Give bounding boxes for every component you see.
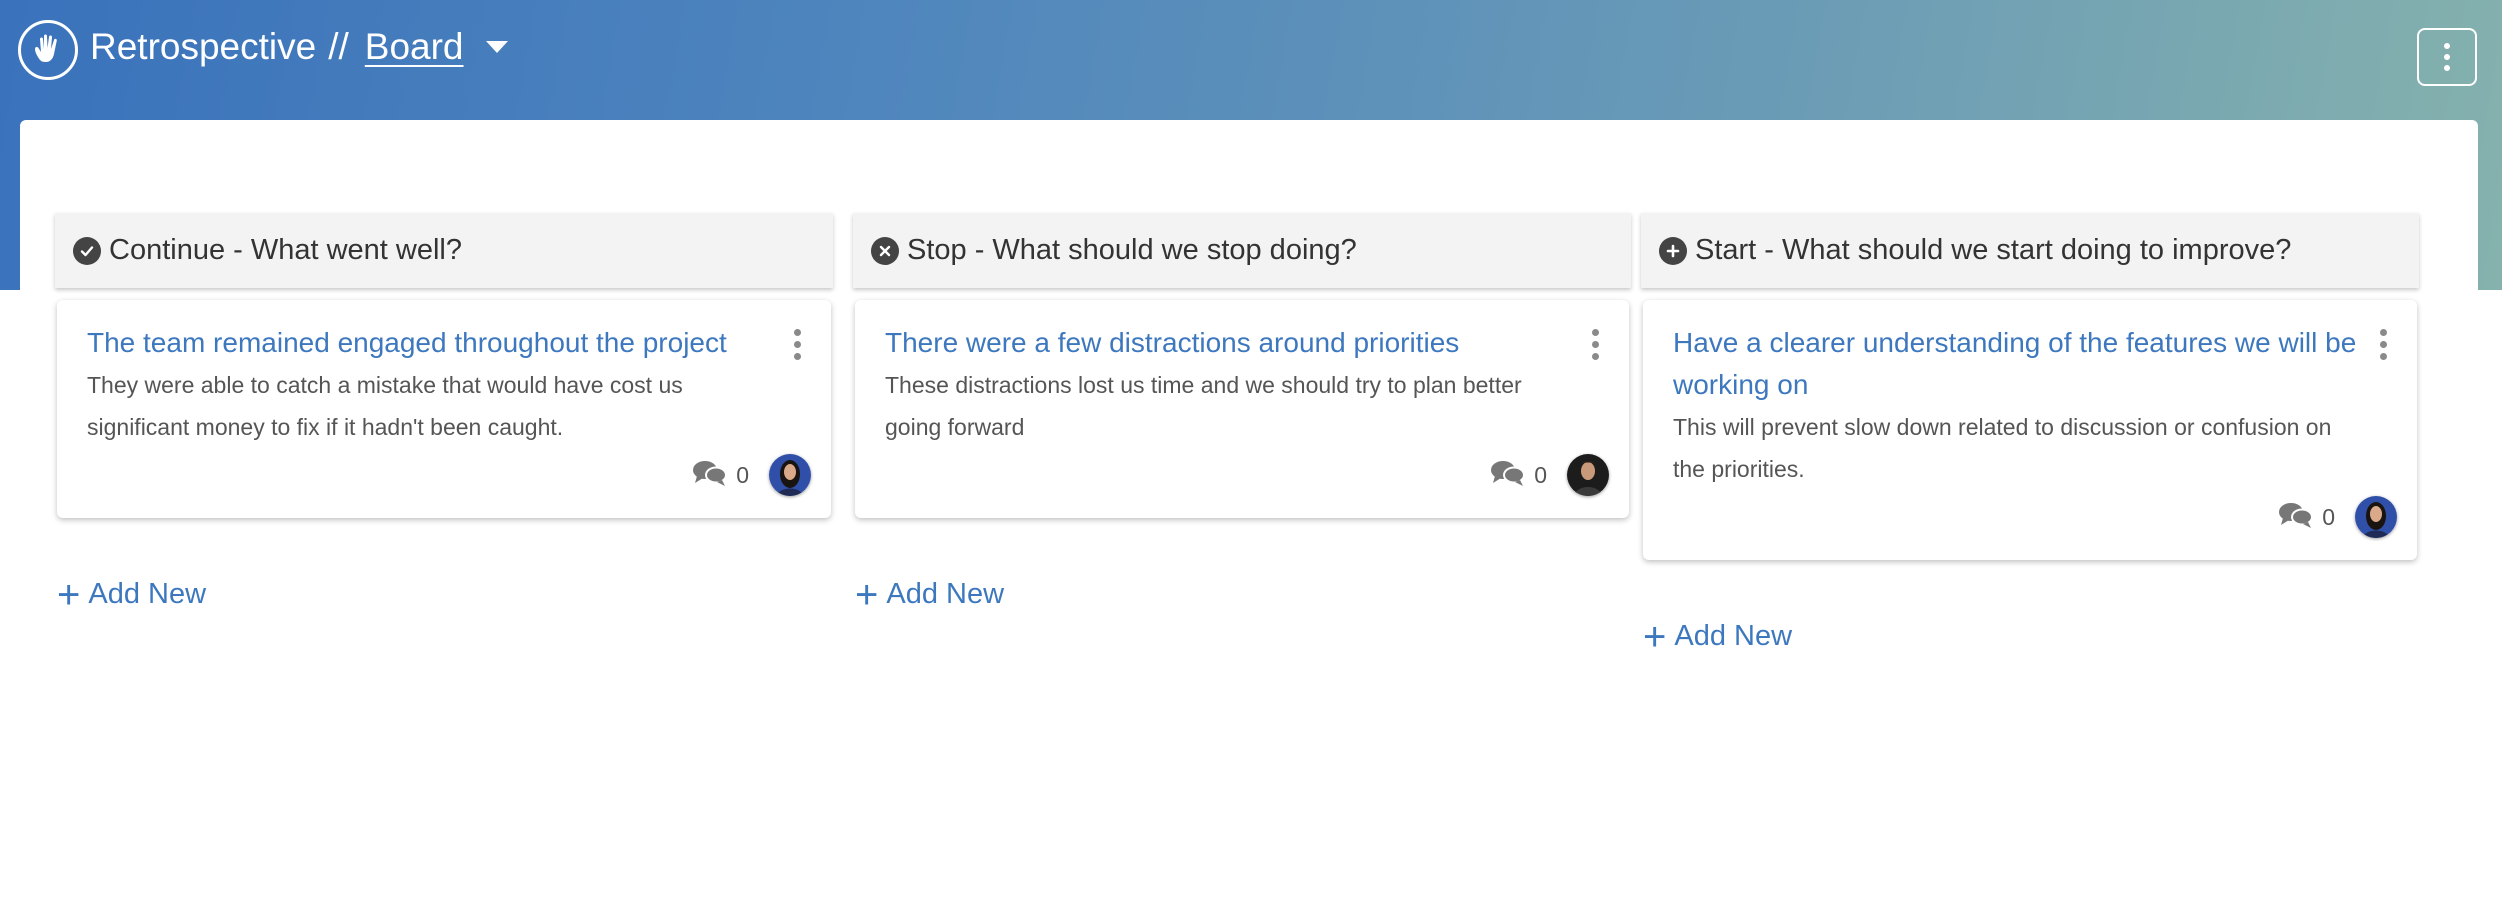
add-new-button[interactable]: + Add New: [855, 572, 1631, 617]
comments-icon: [2278, 501, 2314, 534]
chevron-down-icon[interactable]: [485, 41, 508, 53]
card-menu-icon[interactable]: [1585, 324, 1605, 364]
card-menu-icon[interactable]: [787, 324, 807, 364]
add-new-label: Add New: [1674, 620, 1793, 652]
man-avatar[interactable]: [1567, 454, 1609, 496]
comments-button[interactable]: 0: [692, 459, 749, 492]
x-circle-icon: [871, 236, 899, 265]
comment-count: 0: [1534, 461, 1547, 488]
comments-icon: [692, 459, 728, 492]
card-description: They were able to catch a mistake that w…: [87, 372, 683, 440]
add-new-button[interactable]: + Add New: [1643, 614, 2419, 659]
top-bar: Retrospective // Board: [0, 0, 2502, 100]
column-title: Continue - What went well?: [109, 234, 462, 266]
comment-count: 0: [736, 461, 749, 488]
card-footer: 0: [1673, 496, 2397, 538]
card-menu-icon[interactable]: [2373, 324, 2393, 364]
add-new-button[interactable]: + Add New: [57, 572, 833, 617]
column-header: Start - What should we start doing to im…: [1641, 213, 2419, 288]
kebab-dot: [2444, 54, 2450, 60]
column-continue: Continue - What went well? The team rema…: [55, 213, 833, 617]
card-footer: 0: [885, 454, 1609, 496]
card-title[interactable]: There were a few distractions around pri…: [885, 322, 1569, 364]
app-title: Retrospective: [90, 26, 317, 67]
column-title: Start - What should we start doing to im…: [1695, 234, 2292, 266]
plus-icon: +: [57, 572, 81, 617]
comment-count: 0: [2322, 503, 2335, 530]
column-stop: Stop - What should we stop doing? There …: [853, 213, 1631, 617]
plus-circle-icon: [1659, 236, 1687, 265]
kebab-dot: [2444, 43, 2450, 49]
more-options-button[interactable]: [2417, 28, 2477, 86]
column-start: Start - What should we start doing to im…: [1641, 213, 2419, 659]
hand-logo-icon: [18, 20, 78, 80]
add-new-label: Add New: [88, 578, 207, 610]
card-title[interactable]: Have a clearer understanding of the feat…: [1673, 322, 2357, 406]
comments-icon: [1490, 459, 1526, 492]
plus-icon: +: [1643, 614, 1667, 659]
retro-card[interactable]: There were a few distractions around pri…: [855, 300, 1629, 518]
page-title: Retrospective // Board: [90, 26, 508, 68]
woman-avatar[interactable]: [769, 454, 811, 496]
retro-card[interactable]: The team remained engaged throughout the…: [57, 300, 831, 518]
check-circle-icon: [73, 236, 101, 265]
card-description: These distractions lost us time and we s…: [885, 372, 1522, 440]
plus-icon: +: [855, 572, 879, 617]
column-title: Stop - What should we stop doing?: [907, 234, 1357, 266]
comments-button[interactable]: 0: [2278, 501, 2335, 534]
card-description: This will prevent slow down related to d…: [1673, 414, 2332, 482]
woman-avatar[interactable]: [2355, 496, 2397, 538]
add-new-label: Add New: [886, 578, 1005, 610]
column-header: Continue - What went well?: [55, 213, 833, 288]
card-footer: 0: [87, 454, 811, 496]
comments-button[interactable]: 0: [1490, 459, 1547, 492]
board-link[interactable]: Board: [365, 26, 464, 68]
kebab-dot: [2444, 65, 2450, 71]
retro-card[interactable]: Have a clearer understanding of the feat…: [1643, 300, 2417, 560]
card-title[interactable]: The team remained engaged throughout the…: [87, 322, 771, 364]
title-separator: //: [328, 26, 349, 67]
column-header: Stop - What should we stop doing?: [853, 213, 1631, 288]
